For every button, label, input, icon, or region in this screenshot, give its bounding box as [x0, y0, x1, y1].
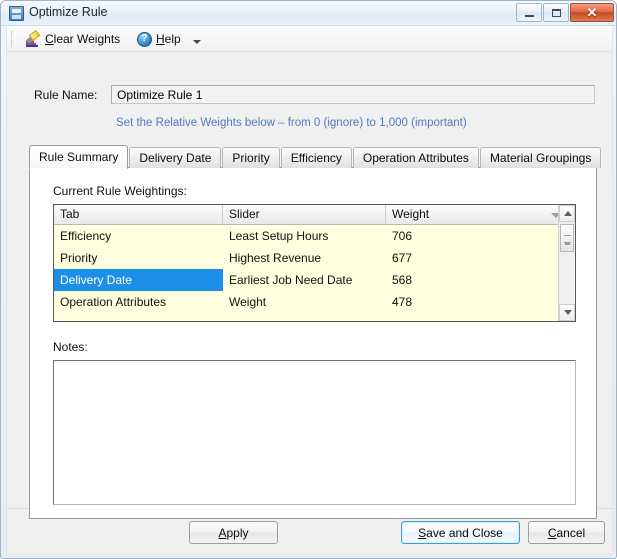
grid-header-weight[interactable]: Weight	[386, 205, 560, 224]
optimize-rule-window: Optimize Rule ✕ Clear Weights ? Help Rul…	[0, 0, 617, 559]
apply-label: Apply	[218, 525, 249, 540]
rule-name-input[interactable]: Optimize Rule 1	[111, 85, 595, 104]
close-icon: ✕	[586, 5, 598, 20]
cell-weight: 478	[392, 295, 413, 309]
tab-label: Priority	[232, 151, 270, 165]
minimize-icon	[525, 15, 534, 17]
help-chevron-down-icon[interactable]	[193, 40, 201, 44]
tab-label: Delivery Date	[139, 151, 212, 165]
grid-header-slider[interactable]: Slider	[223, 205, 386, 224]
grid-header-row: Tab Slider Weight	[54, 205, 575, 225]
grid-header-tab[interactable]: Tab	[54, 205, 223, 224]
cancel-label: Cancel	[547, 525, 586, 540]
cancel-button[interactable]: Cancel	[528, 521, 605, 544]
grid-body: Efficiency Least Setup Hours 706 Priorit…	[54, 225, 560, 321]
maximize-button[interactable]	[543, 3, 569, 22]
rule-name-label: Rule Name:	[34, 88, 98, 102]
save-and-close-label: Save and Close	[418, 525, 503, 540]
cell-tab: Priority	[60, 251, 98, 265]
apply-button[interactable]: Apply	[189, 521, 278, 544]
table-row[interactable]: Operation Attributes Weight 478	[54, 291, 560, 313]
tab-page-rule-summary: Current Rule Weightings: Tab Slider Weig…	[29, 167, 597, 519]
maximize-icon	[552, 9, 561, 17]
minimize-button[interactable]	[516, 3, 542, 22]
tab-label: Efficiency	[290, 151, 342, 165]
tab-label: Operation Attributes	[362, 151, 469, 165]
scrollbar-thumb[interactable]	[560, 224, 574, 252]
notes-textarea[interactable]	[53, 360, 576, 505]
close-button[interactable]: ✕	[570, 3, 614, 22]
help-label: Help	[156, 32, 181, 46]
tab-efficiency[interactable]: Efficiency	[280, 147, 352, 168]
tab-operation-attributes[interactable]: Operation Attributes	[352, 147, 479, 168]
cell-slider: Weight	[229, 295, 267, 309]
tab-control: Rule Summary Delivery Date Priority Effi…	[29, 144, 602, 519]
grid-document-icon	[9, 6, 24, 21]
scroll-up-button[interactable]	[559, 205, 575, 222]
cell-weight: 677	[392, 251, 413, 265]
relative-weights-hint: Set the Relative Weights below – from 0 …	[116, 117, 467, 129]
title-bar: Optimize Rule ✕	[1, 1, 616, 26]
clear-weights-label: Clear Weights	[45, 32, 121, 46]
window-controls: ✕	[516, 3, 614, 22]
tab-strip: Rule Summary Delivery Date Priority Effi…	[29, 144, 602, 169]
cell-slider: Earliest Job Need Date	[229, 273, 353, 287]
rule-weightings-grid: Tab Slider Weight Efficiency Least Setup…	[53, 204, 576, 322]
save-and-close-button[interactable]: Save and Close	[401, 521, 520, 544]
toolbar: Clear Weights Help	[7, 26, 612, 52]
table-row[interactable]: Efficiency Least Setup Hours 706	[54, 225, 560, 247]
grid-vertical-scrollbar[interactable]	[558, 205, 575, 321]
cell-tab: Delivery Date	[54, 269, 223, 291]
toolbar-grip[interactable]	[11, 31, 16, 47]
cell-slider: Least Setup Hours	[229, 229, 329, 243]
clear-weights-button[interactable]: Clear Weights	[21, 29, 124, 49]
tab-rule-summary[interactable]: Rule Summary	[29, 145, 129, 169]
cell-tab: Operation Attributes	[60, 295, 167, 309]
cell-weight: 568	[392, 273, 413, 287]
tab-priority[interactable]: Priority	[222, 147, 280, 168]
help-button[interactable]: Help	[133, 29, 185, 49]
notes-label: Notes:	[53, 340, 88, 354]
current-rule-weightings-label: Current Rule Weightings:	[53, 184, 187, 198]
scroll-down-button[interactable]	[559, 304, 575, 321]
cell-weight: 706	[392, 229, 413, 243]
chevron-down-icon	[564, 310, 572, 315]
client-area: Clear Weights Help Rule Name: Optimize R…	[6, 26, 613, 555]
window-title: Optimize Rule	[29, 5, 108, 19]
table-row[interactable]: Priority Highest Revenue 677	[54, 247, 560, 269]
cell-slider: Highest Revenue	[229, 251, 322, 265]
question-circle-icon	[137, 31, 152, 47]
highlighter-clear-icon	[25, 29, 41, 47]
table-row-selected[interactable]: Delivery Date Earliest Job Need Date 568	[54, 269, 560, 291]
tab-delivery-date[interactable]: Delivery Date	[129, 147, 222, 168]
tab-material-groupings[interactable]: Material Groupings	[479, 147, 602, 168]
tab-label: Rule Summary	[39, 150, 119, 164]
cell-tab: Efficiency	[60, 229, 112, 243]
chevron-up-icon	[564, 211, 572, 216]
tab-label: Material Groupings	[489, 151, 592, 165]
